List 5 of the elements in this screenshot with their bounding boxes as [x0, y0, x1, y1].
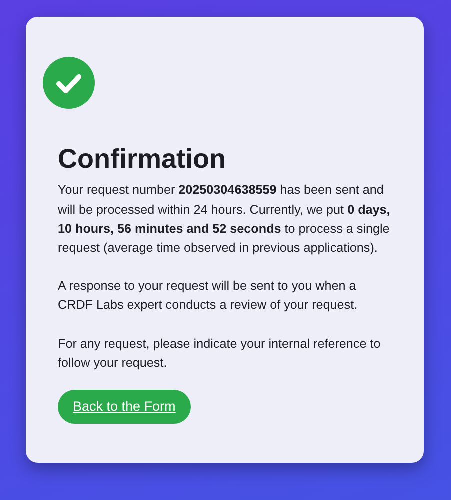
message-text: A response to your request will be sent to you when a CRDF Labs expert conducts a review of your request.: [58, 278, 359, 314]
message-text: Your request number 20250304638559 has been sent and will be processed within 24 hours. Currently, we put 0 days, 10 hours, 56 minutes and 52 seconds to process a single request (average time observed in previous applications).: [58, 182, 392, 257]
title: Confirmation: [58, 143, 227, 176]
message-text: For any request, please indicate your internal reference to follow your request.: [58, 336, 382, 372]
back-button[interactable]: Back to the Form: [58, 390, 191, 424]
